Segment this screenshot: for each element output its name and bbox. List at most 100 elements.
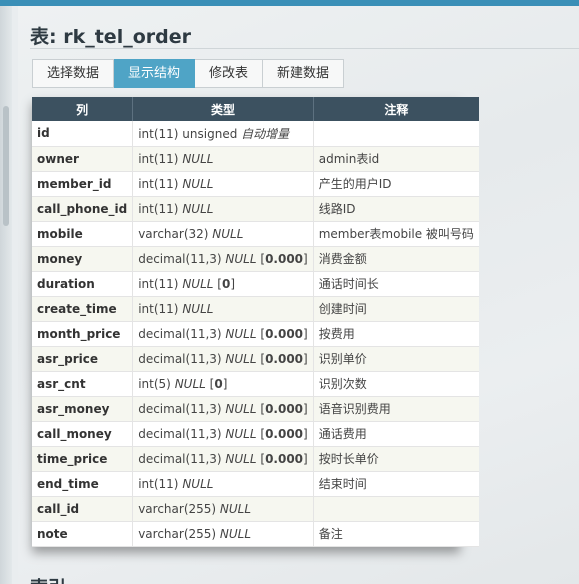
tab-2[interactable]: 修改表 [195, 59, 264, 88]
column-comment: admin表id [313, 146, 479, 172]
column-type: varchar(255) NULL [132, 496, 314, 522]
default-value: 0 [221, 276, 231, 291]
type-text: int(5) [138, 376, 171, 391]
page-title: 表: rk_tel_order [30, 26, 191, 48]
table-row: create_time int(11) NULL 创建时间 [32, 296, 479, 322]
column-type: int(11) NULL [132, 196, 314, 222]
column-comment: 语音识别费用 [313, 396, 479, 422]
tab-1[interactable]: 显示结构 [114, 59, 196, 88]
table-row: member_id int(11) NULL 产生的用户ID [32, 171, 479, 197]
default-value: 0.000 [265, 401, 304, 416]
column-comment: 按费用 [313, 321, 479, 347]
title-divider [30, 48, 579, 49]
type-text: int(11) [138, 301, 179, 316]
table-header-row: 列 类型 注释 [32, 97, 479, 121]
table-row: call_money decimal(11,3) NULL [0.000] 通话费用 [32, 421, 479, 447]
null-flag: NULL [219, 526, 252, 541]
indexes-heading: 索引 [30, 574, 66, 584]
column-type: decimal(11,3) NULL [0.000] [132, 346, 314, 372]
null-flag: NULL [174, 376, 206, 391]
type-text: varchar(255) [138, 501, 217, 516]
type-text: int(11) [138, 151, 179, 166]
column-header-type: 类型 [132, 97, 314, 121]
column-name: end_time [32, 471, 134, 497]
column-type: int(11) unsigned 自动增量 [132, 121, 314, 147]
column-type: decimal(11,3) NULL [0.000] [132, 446, 314, 472]
table-row: owner int(11) NULL admin表id [32, 146, 479, 172]
type-text: decimal(11,3) [138, 326, 222, 341]
column-name: create_time [32, 296, 134, 322]
column-comment: 备注 [313, 521, 479, 547]
type-text: varchar(32) [138, 226, 209, 241]
column-type: int(11) NULL [132, 171, 314, 197]
column-header-name: 列 [32, 97, 134, 121]
default-value: 0.000 [265, 426, 304, 441]
extra-text: 自动增量 [241, 126, 290, 141]
column-name: time_price [32, 446, 134, 472]
main-content: 表: rk_tel_order 选择数据 显示结构 修改表 新建数据 列 类型 注释 … [18, 6, 579, 584]
type-text: int(11) [138, 201, 179, 216]
null-flag: NULL [219, 501, 252, 516]
column-comment: 创建时间 [313, 296, 479, 322]
column-name: note [32, 521, 134, 547]
type-text: decimal(11,3) [138, 401, 222, 416]
column-comment: 产生的用户ID [313, 171, 479, 197]
column-type: decimal(11,3) NULL [0.000] [132, 246, 314, 272]
default-value: 0.000 [265, 251, 304, 266]
column-type: varchar(255) NULL [132, 521, 314, 547]
column-name: asr_price [32, 346, 134, 372]
table-row: asr_cnt int(5) NULL [0] 识别次数 [32, 371, 479, 397]
null-flag: NULL [182, 476, 214, 491]
type-text: int(11) [138, 476, 179, 491]
column-comment [313, 496, 479, 522]
column-type: int(11) NULL [132, 146, 314, 172]
type-text: int(11) unsigned [138, 126, 238, 141]
column-type: int(5) NULL [0] [132, 371, 314, 397]
column-name: call_id [32, 496, 134, 522]
column-name: call_money [32, 421, 134, 447]
type-text: decimal(11,3) [138, 351, 222, 366]
column-name: id [32, 121, 134, 147]
column-name: owner [32, 146, 134, 172]
column-header-comment: 注释 [313, 97, 479, 121]
default-value: 0.000 [265, 451, 304, 466]
type-text: decimal(11,3) [138, 426, 222, 441]
column-type: int(11) NULL [0] [132, 271, 314, 297]
table-row: asr_price decimal(11,3) NULL [0.000] 识别单价 [32, 346, 479, 372]
scrollbar-thumb[interactable] [3, 106, 9, 226]
column-name: mobile [32, 221, 134, 247]
table-row: asr_money decimal(11,3) NULL [0.000] 语音识别费… [32, 396, 479, 422]
type-text: decimal(11,3) [138, 251, 222, 266]
column-name: call_phone_id [32, 196, 134, 222]
column-name: money [32, 246, 134, 272]
tab-0[interactable]: 选择数据 [32, 59, 115, 88]
column-type: decimal(11,3) NULL [0.000] [132, 421, 314, 447]
column-comment: 消费金额 [313, 246, 479, 272]
left-frame-scrollbar[interactable] [0, 6, 12, 584]
column-name: duration [32, 271, 134, 297]
null-flag: NULL [225, 426, 257, 441]
table-row: duration int(11) NULL [0] 通话时间长 [32, 271, 479, 297]
column-name: asr_cnt [32, 371, 134, 397]
table-row: note varchar(255) NULL 备注 [32, 521, 479, 547]
column-comment: member表mobile 被叫号码 [313, 221, 479, 247]
column-comment: 通话费用 [313, 421, 479, 447]
default-value: 0.000 [265, 351, 304, 366]
column-comment [313, 121, 479, 147]
null-flag: NULL [182, 201, 214, 216]
table-row: end_time int(11) NULL 结束时间 [32, 471, 479, 497]
null-flag: NULL [225, 351, 257, 366]
column-comment: 线路ID [313, 196, 479, 222]
table-row: mobile varchar(32) NULL member表mobile 被叫号码 [32, 221, 479, 247]
tab-3[interactable]: 新建数据 [263, 59, 345, 88]
null-flag: NULL [225, 401, 257, 416]
table-row: time_price decimal(11,3) NULL [0.000] 按时长单… [32, 446, 479, 472]
column-type: decimal(11,3) NULL [0.000] [132, 321, 314, 347]
default-value: 0 [214, 376, 223, 391]
type-text: int(11) [138, 176, 179, 191]
column-name: member_id [32, 171, 134, 197]
column-comment: 通话时间长 [313, 271, 479, 297]
type-text: int(11) [138, 276, 179, 291]
null-flag: NULL [182, 176, 214, 191]
column-type: int(11) NULL [132, 296, 314, 322]
